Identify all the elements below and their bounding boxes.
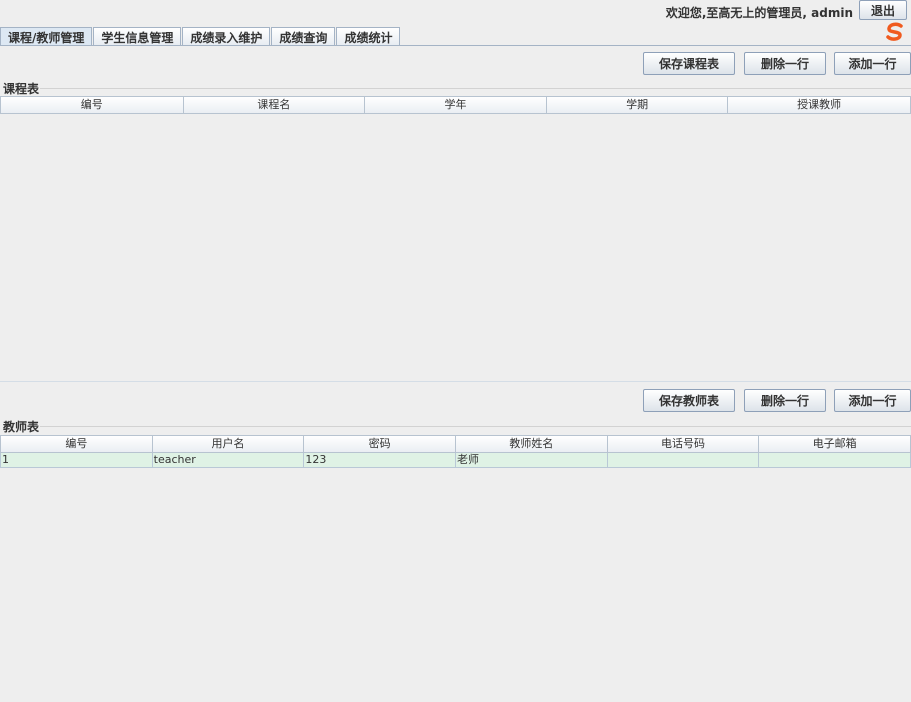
cell-teacher-name[interactable]: 老师	[456, 453, 608, 467]
col-header-year[interactable]: 学年	[365, 97, 547, 113]
teacher-table-title: 教师表	[3, 420, 40, 434]
save-course-button[interactable]: 保存课程表	[643, 52, 735, 75]
col-header-course-name[interactable]: 课程名	[184, 97, 366, 113]
delete-course-row-button[interactable]: 删除一行	[744, 52, 826, 75]
split-pane-divider[interactable]	[0, 381, 911, 382]
col-header-phone[interactable]: 电话号码	[608, 436, 760, 452]
col-header-id[interactable]: 编号	[1, 436, 153, 452]
cell-password[interactable]: 123	[304, 453, 457, 467]
table-row[interactable]: 1 teacher 123 老师	[0, 453, 911, 468]
cell-email[interactable]	[759, 453, 910, 467]
teacher-title-rule	[40, 426, 911, 427]
col-header-semester[interactable]: 学期	[547, 97, 729, 113]
tab-bar: 课程/教师管理 学生信息管理 成绩录入维护 成绩查询 成绩统计	[0, 27, 401, 46]
add-teacher-row-button[interactable]: 添加一行	[834, 389, 911, 412]
cell-phone[interactable]	[608, 453, 760, 467]
logout-button[interactable]: 退出	[859, 0, 907, 20]
col-header-username[interactable]: 用户名	[153, 436, 305, 452]
add-course-row-button[interactable]: 添加一行	[834, 52, 911, 75]
col-header-teacher[interactable]: 授课教师	[728, 97, 910, 113]
teacher-table-header: 编号 用户名 密码 教师姓名 电话号码 电子邮箱	[0, 435, 911, 453]
col-header-password[interactable]: 密码	[304, 436, 457, 452]
course-title-rule	[40, 88, 911, 89]
col-header-email[interactable]: 电子邮箱	[759, 436, 910, 452]
tab-grade-entry[interactable]: 成绩录入维护	[182, 27, 271, 46]
tab-underline	[0, 45, 911, 46]
tab-grade-stats[interactable]: 成绩统计	[336, 27, 401, 46]
tab-student-info[interactable]: 学生信息管理	[93, 27, 182, 46]
col-header-teacher-name[interactable]: 教师姓名	[456, 436, 608, 452]
col-header-id[interactable]: 编号	[1, 97, 184, 113]
tab-grade-query[interactable]: 成绩查询	[271, 27, 336, 46]
delete-teacher-row-button[interactable]: 删除一行	[744, 389, 826, 412]
welcome-text: 欢迎您,至高无上的管理员, admin	[665, 6, 853, 20]
tab-course-teacher[interactable]: 课程/教师管理	[0, 27, 93, 46]
cell-id[interactable]: 1	[1, 453, 153, 467]
sogou-s-icon	[886, 22, 903, 41]
save-teacher-button[interactable]: 保存教师表	[643, 389, 735, 412]
teacher-table-body[interactable]	[0, 468, 911, 702]
course-table-title: 课程表	[3, 82, 40, 96]
course-table-body[interactable]	[0, 114, 911, 380]
course-table-header: 编号 课程名 学年 学期 授课教师	[0, 96, 911, 114]
cell-username[interactable]: teacher	[153, 453, 305, 467]
